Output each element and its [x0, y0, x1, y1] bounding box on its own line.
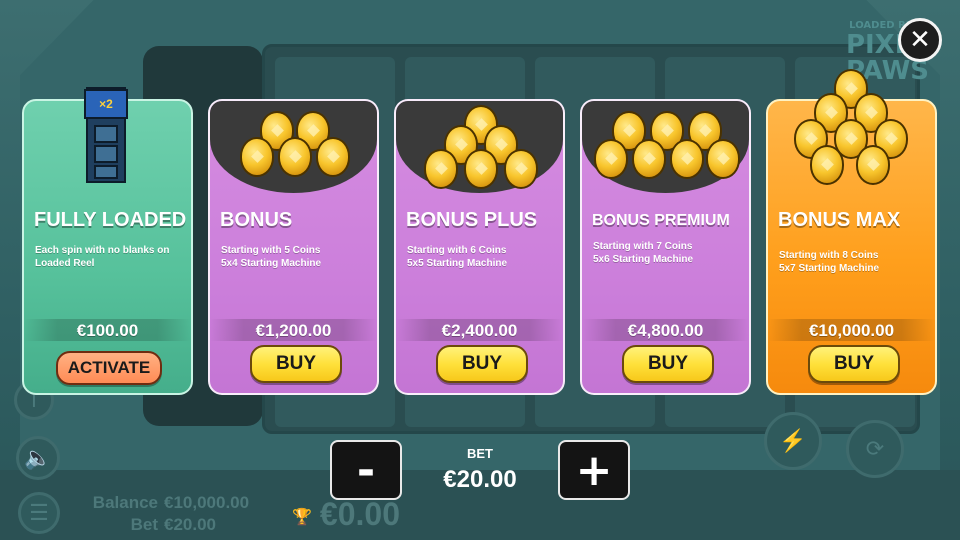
- balance-label: Balance: [92, 493, 158, 512]
- reel-segment: [94, 145, 118, 163]
- coin-icon: [670, 139, 704, 179]
- coin-icon: [240, 137, 274, 177]
- buy-button[interactable]: BUY: [250, 345, 342, 383]
- card-price: €1,200.00: [255, 321, 332, 340]
- loaded-reel-icon: ×2: [84, 87, 128, 183]
- bet-value: €20.00: [443, 466, 517, 493]
- desc-line: Starting with 8 Coins: [779, 250, 879, 261]
- close-button[interactable]: ✕: [898, 18, 942, 62]
- activate-button[interactable]: ACTIVATE: [56, 351, 162, 385]
- refresh-icon[interactable]: ⟳: [846, 420, 904, 478]
- card-panel: BONUS PLUS Starting with 6 Coins 5x5 Sta…: [394, 99, 565, 395]
- bet-increase-button[interactable]: +: [558, 440, 630, 500]
- coin-icon: [594, 139, 628, 179]
- card-price: €10,000.00: [808, 321, 895, 340]
- coin-icon: [504, 149, 538, 189]
- card-price: €2,400.00: [441, 321, 518, 340]
- coin-icon: [856, 145, 890, 185]
- feature-card-bonus: BONUS Starting with 5 Coins 5x4 Starting…: [208, 99, 379, 395]
- reel-segment: [94, 165, 118, 179]
- coins-icon: [210, 101, 377, 201]
- bet-readout-label: Bet: [130, 515, 158, 534]
- card-panel: BONUS Starting with 5 Coins 5x4 Starting…: [208, 99, 379, 395]
- feature-card-bonus-plus: BONUS PLUS Starting with 6 Coins 5x5 Sta…: [394, 99, 565, 395]
- bet-readout-value: €20.00: [164, 515, 216, 534]
- coins-icon: [396, 101, 563, 201]
- feature-card-bonus-max: BONUS MAX Starting with 8 Coins 5x7 Star…: [766, 69, 937, 395]
- desc-line: Each spin with no blanks on: [35, 245, 170, 256]
- card-title: FULLY LOADED: [34, 209, 187, 231]
- buy-button[interactable]: BUY: [436, 345, 528, 383]
- bet-label: BET: [467, 446, 493, 461]
- desc-line: 5x6 Starting Machine: [593, 254, 694, 265]
- card-title: BONUS: [220, 209, 293, 231]
- card-description: Each spin with no blanks on Loaded Reel: [35, 244, 185, 270]
- lightning-icon[interactable]: ⚡: [764, 412, 822, 470]
- bet-decrease-button[interactable]: -: [330, 440, 402, 500]
- menu-icon[interactable]: ☰: [18, 492, 60, 534]
- multiplier-badge: ×2: [84, 89, 128, 119]
- trophy-icon: 🏆: [292, 508, 312, 526]
- feature-card-bonus-premium: BONUS PREMIUM Starting with 7 Coins 5x6 …: [580, 99, 751, 395]
- buy-button[interactable]: BUY: [622, 345, 714, 383]
- coins-icon: [582, 101, 749, 201]
- card-description: Starting with 8 Coins 5x7 Starting Machi…: [779, 249, 929, 275]
- desc-line: Starting with 7 Coins: [593, 241, 693, 252]
- card-description: Starting with 7 Coins 5x6 Starting Machi…: [593, 240, 743, 266]
- feature-card-fully-loaded: FULLY LOADED Each spin with no blanks on…: [22, 87, 193, 395]
- coin-icon: [706, 139, 740, 179]
- card-title: BONUS MAX: [778, 209, 901, 231]
- desc-line: Starting with 5 Coins: [221, 245, 321, 256]
- coin-icon: [424, 149, 458, 189]
- balance-readout: Balance €10,000.00 Bet €20.00: [86, 492, 249, 536]
- card-description: Starting with 5 Coins 5x4 Starting Machi…: [221, 244, 371, 270]
- win-value: €0.00: [319, 496, 400, 532]
- card-title: BONUS PREMIUM: [592, 212, 730, 229]
- win-readout: 🏆 €0.00: [292, 496, 400, 533]
- card-description: Starting with 6 Coins 5x5 Starting Machi…: [407, 244, 557, 270]
- coin-icon: [278, 137, 312, 177]
- speaker-icon[interactable]: 🔈: [16, 436, 60, 480]
- coin-icon: [316, 137, 350, 177]
- card-price: €100.00: [76, 321, 139, 340]
- coins-icon: [766, 69, 937, 199]
- desc-line: Starting with 6 Coins: [407, 245, 507, 256]
- desc-line: 5x4 Starting Machine: [221, 258, 322, 269]
- desc-line: 5x5 Starting Machine: [407, 258, 508, 269]
- card-title: BONUS PLUS: [406, 209, 538, 231]
- card-price: €4,800.00: [627, 321, 704, 340]
- desc-line: Loaded Reel: [35, 258, 95, 269]
- desc-line: 5x7 Starting Machine: [779, 263, 880, 274]
- reel-segment: [94, 125, 118, 143]
- buy-button[interactable]: BUY: [808, 345, 900, 383]
- coin-icon: [810, 145, 844, 185]
- card-panel: BONUS PREMIUM Starting with 7 Coins 5x6 …: [580, 99, 751, 395]
- balance-value: €10,000.00: [164, 493, 250, 512]
- coin-icon: [464, 149, 498, 189]
- coin-icon: [632, 139, 666, 179]
